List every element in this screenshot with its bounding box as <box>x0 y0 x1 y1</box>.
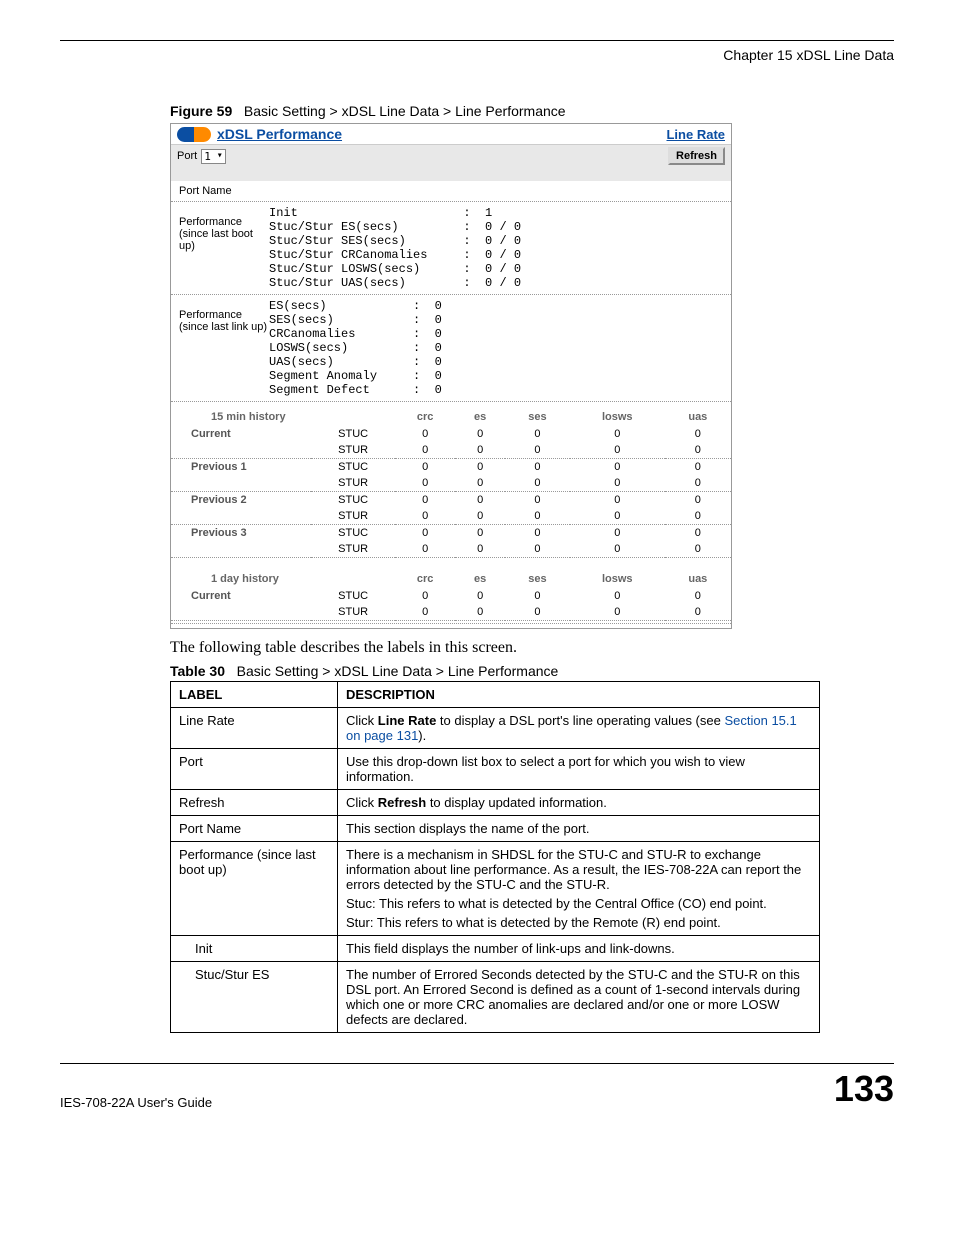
panel-title: xDSL Performance <box>217 126 342 142</box>
history-15min-table: 15 min historycrcessesloswsuasCurrentSTU… <box>171 408 731 558</box>
logo-pill-icon <box>177 127 211 142</box>
line-rate-link[interactable]: Line Rate <box>666 127 725 142</box>
perf-link-values: ES(secs) : 0 SES(secs) : 0 CRCanomalies … <box>269 299 442 397</box>
figure-text: Basic Setting > xDSL Line Data > Line Pe… <box>244 103 566 119</box>
body-text: The following table describes the labels… <box>170 639 894 657</box>
history-1day-table: 1 day historycrcessesloswsuasCurrentSTUC… <box>171 570 731 621</box>
port-label: Port <box>177 150 197 162</box>
figure-caption: Figure 59 Basic Setting > xDSL Line Data… <box>170 103 894 119</box>
perf-boot-values: Init : 1 Stuc/Stur ES(secs) : 0 / 0 Stuc… <box>269 206 521 290</box>
page-number: 133 <box>834 1068 894 1110</box>
description-table: LABELDESCRIPTIONLine RateClick Line Rate… <box>170 681 820 1033</box>
table-caption: Table 30 Basic Setting > xDSL Line Data … <box>170 663 894 679</box>
table-caption-text: Basic Setting > xDSL Line Data > Line Pe… <box>237 663 559 679</box>
refresh-button[interactable]: Refresh <box>668 147 725 165</box>
chapter-title: Chapter 15 xDSL Line Data <box>60 47 894 63</box>
port-name-label: Port Name <box>171 181 731 202</box>
screenshot-panel: xDSL Performance Line Rate Port 1 Refres… <box>170 123 732 629</box>
footer-guide: IES-708-22A User's Guide <box>60 1095 212 1110</box>
table-label: Table 30 <box>170 663 225 679</box>
perf-boot-label: Performance (since last boot up) <box>179 206 269 290</box>
perf-link-label: Performance (since last link up) <box>179 299 269 397</box>
port-select[interactable]: 1 <box>201 149 226 164</box>
figure-label: Figure 59 <box>170 103 232 119</box>
